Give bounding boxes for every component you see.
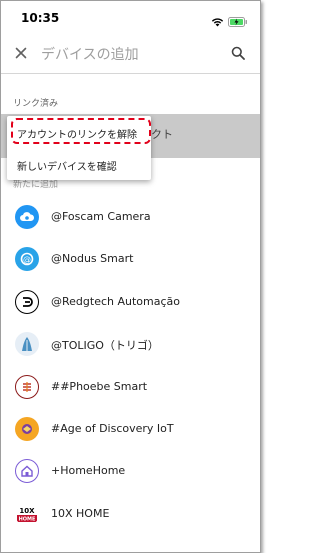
list-item[interactable]: 10X HOME 10X HOME	[1, 493, 260, 535]
device-label: +HomeHome	[51, 464, 126, 478]
list-item[interactable]: @ @Nodus Smart	[1, 238, 260, 280]
check-new-devices-menu-item[interactable]: 新しいデバイスを確認	[7, 150, 151, 178]
battery-charging-icon	[228, 12, 248, 31]
list-item[interactable]: @TOLIGO（トリゴ）	[1, 323, 260, 365]
linked-section-header: リンク済み	[13, 99, 59, 109]
10x-home-icon: 10X HOME	[15, 501, 39, 526]
device-label: @Redgtech Automação	[51, 294, 180, 308]
toligo-icon	[15, 332, 39, 357]
device-label: #Age of Discovery IoT	[51, 421, 174, 435]
device-list: @Foscam Camera @ @Nodus Smart @Redgtech …	[1, 196, 260, 535]
highlight-annotation	[11, 118, 151, 144]
svg-text:10X: 10X	[19, 507, 35, 515]
linked-device-label: クト	[151, 128, 173, 141]
foscam-cloud-icon	[15, 205, 39, 229]
list-item[interactable]: +HomeHome	[1, 450, 260, 492]
phone-screen: 10:35 デバイスの追加 リンク済み クト 新たに追加 アカウントのリンクを解…	[0, 0, 261, 553]
status-icons	[211, 12, 248, 31]
device-label: 10X HOME	[51, 506, 110, 520]
status-bar: 10:35	[1, 1, 260, 33]
wifi-icon	[211, 12, 224, 31]
list-item[interactable]: @Redgtech Automação	[1, 281, 260, 323]
list-item[interactable]: ##Phoebe Smart	[1, 366, 260, 408]
status-time: 10:35	[21, 11, 60, 25]
homehome-icon	[15, 459, 39, 484]
device-label: @TOLIGO（トリゴ）	[51, 339, 159, 353]
phoebe-icon	[15, 374, 39, 399]
search-icon[interactable]	[228, 43, 248, 63]
device-label: @Foscam Camera	[51, 210, 151, 223]
age-of-discovery-icon	[15, 416, 39, 441]
check-new-devices-label: 新しいデバイスを確認	[17, 162, 117, 173]
svg-text:HOME: HOME	[19, 516, 36, 522]
app-bar-divider	[1, 73, 260, 74]
device-label: @Nodus Smart	[51, 252, 134, 266]
svg-text:@: @	[23, 255, 31, 264]
search-input[interactable]: デバイスの追加	[41, 44, 139, 64]
device-label: ##Phoebe Smart	[51, 379, 148, 393]
close-icon[interactable]	[11, 43, 31, 63]
nodus-icon: @	[15, 247, 39, 272]
app-bar: デバイスの追加	[1, 33, 260, 73]
redgtech-icon	[15, 289, 39, 314]
list-item[interactable]: @Foscam Camera	[1, 196, 260, 238]
list-item[interactable]: #Age of Discovery IoT	[1, 408, 260, 450]
